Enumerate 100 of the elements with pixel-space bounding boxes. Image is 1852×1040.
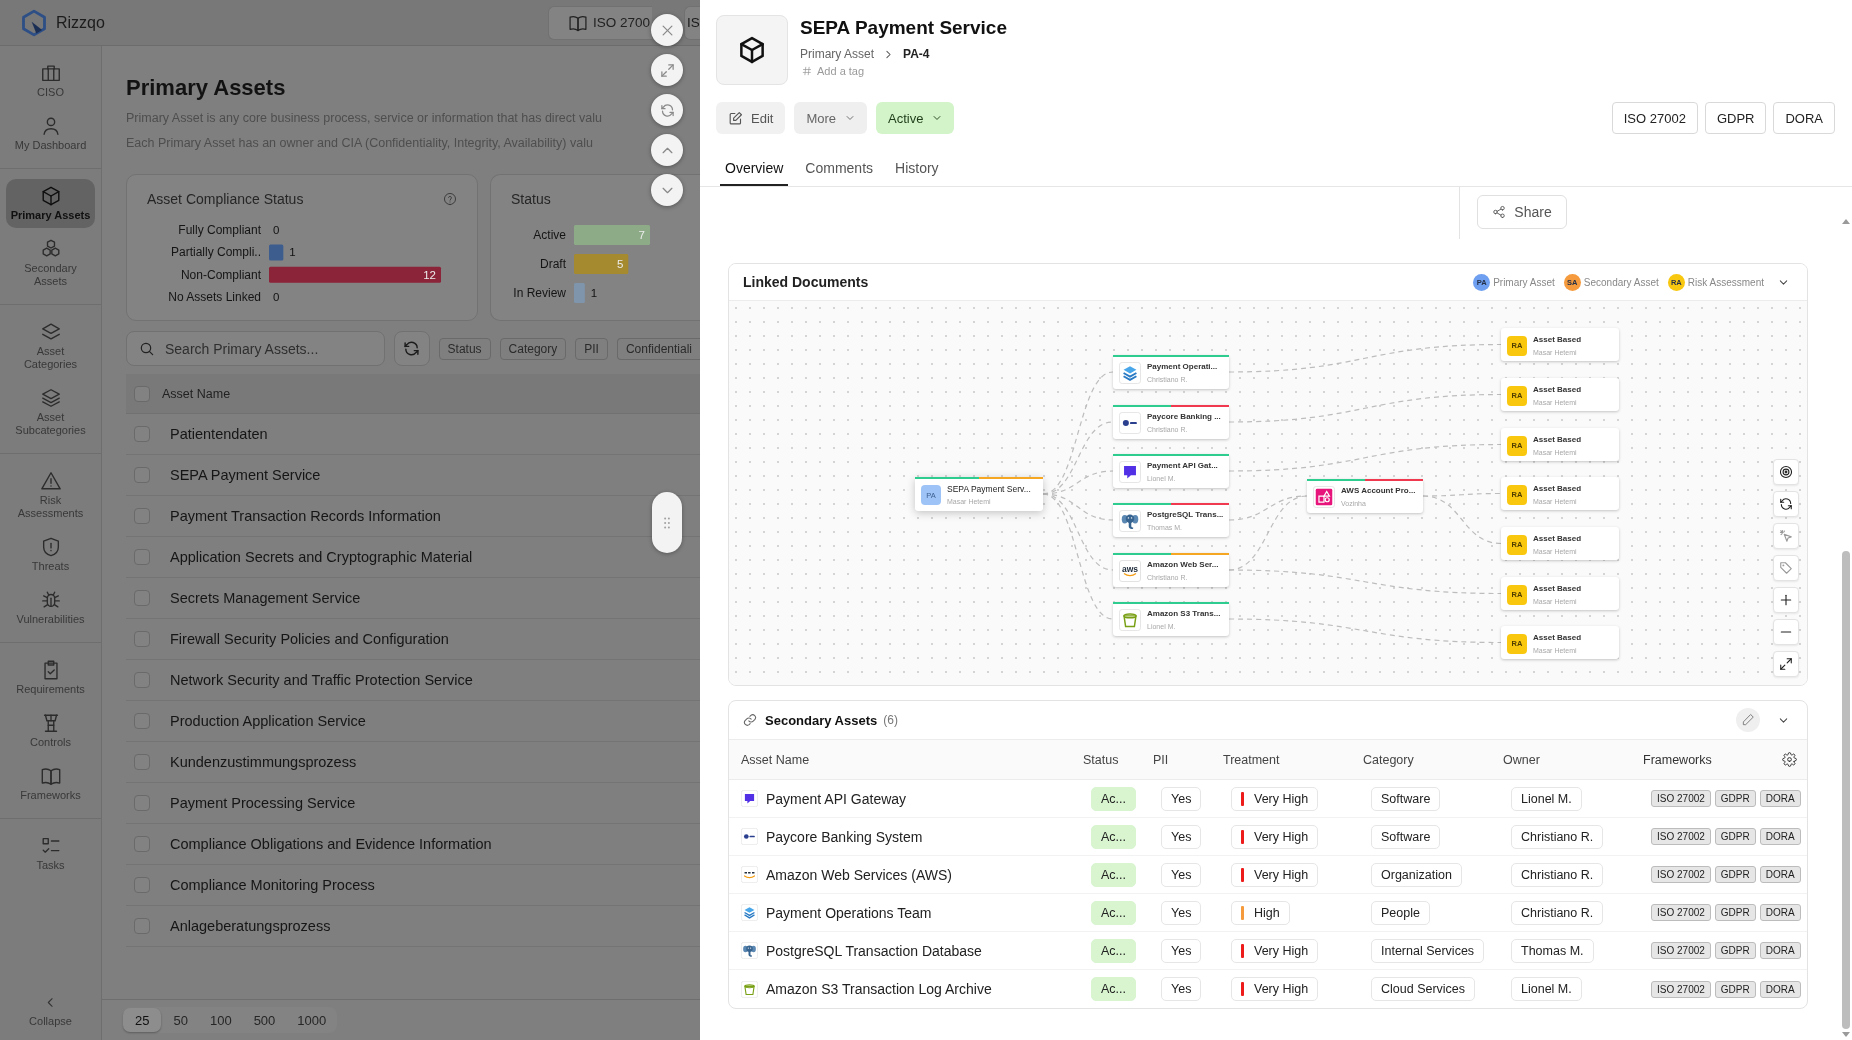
node-title: Asset Based xyxy=(1533,632,1582,643)
bar xyxy=(574,283,585,303)
focus-button[interactable] xyxy=(1773,459,1799,485)
asset-name[interactable]: Anlageberatungsprozess xyxy=(170,918,331,934)
share-button[interactable]: Share xyxy=(1477,195,1567,229)
asset-name[interactable]: Production Application Service xyxy=(170,713,366,729)
nav-item[interactable]: Vulnerabilities xyxy=(6,583,95,632)
grip-icon xyxy=(661,516,673,529)
row-checkbox[interactable] xyxy=(134,713,150,729)
page-size-option[interactable]: 50 xyxy=(163,1008,198,1032)
filter-button[interactable]: PII xyxy=(575,337,608,360)
elephant-icon xyxy=(1119,510,1141,532)
fit-view-button[interactable] xyxy=(1773,651,1799,677)
filter-button[interactable]: Category xyxy=(499,337,567,360)
nav-item[interactable]: Tasks xyxy=(6,829,95,878)
row-checkbox[interactable] xyxy=(134,836,150,852)
scrollbar-thumb[interactable] xyxy=(1842,551,1850,1029)
pii-chip: Yes xyxy=(1161,862,1202,887)
row-checkbox[interactable] xyxy=(134,467,150,483)
zoom-out-button[interactable] xyxy=(1773,619,1799,645)
asset-name[interactable]: Compliance Monitoring Process xyxy=(170,877,375,893)
filter-button[interactable]: Status xyxy=(438,337,491,360)
framework-button[interactable]: GDPR xyxy=(1704,102,1767,134)
page-size-option[interactable]: 100 xyxy=(199,1008,242,1032)
asset-name[interactable]: Payment Processing Service xyxy=(170,795,356,811)
nav-item[interactable]: Controls xyxy=(6,706,95,755)
row-checkbox[interactable] xyxy=(134,508,150,524)
collapse-button[interactable]: Collapse xyxy=(19,994,82,1030)
row-checkbox[interactable] xyxy=(134,918,150,934)
circle-logo-icon xyxy=(1119,412,1141,434)
search-field[interactable]: Search Primary Assets... xyxy=(126,331,385,366)
nav-item[interactable]: Primary Assets xyxy=(6,179,95,228)
page-size-option[interactable]: 500 xyxy=(243,1008,286,1032)
refresh-button[interactable] xyxy=(394,331,430,366)
row-checkbox[interactable] xyxy=(134,426,150,442)
page-size-option[interactable]: 1000 xyxy=(287,1008,337,1032)
asset-name[interactable]: Secrets Management Service xyxy=(170,590,361,606)
select-button[interactable] xyxy=(1773,523,1799,549)
nav-item[interactable]: Secondary Assets xyxy=(6,232,95,294)
asset-name[interactable]: Amazon S3 Transaction Log Archive xyxy=(766,981,992,997)
nav-item[interactable]: Asset Subcategories xyxy=(6,381,95,443)
row-checkbox[interactable] xyxy=(134,672,150,688)
nav-item[interactable]: Threats xyxy=(6,530,95,579)
asset-name[interactable]: PostgreSQL Transaction Database xyxy=(766,942,982,959)
framework-button[interactable]: DORA xyxy=(1773,102,1835,134)
node-title: AWS Account Pro... xyxy=(1341,486,1416,496)
edit-button[interactable] xyxy=(1736,708,1760,732)
warning-icon xyxy=(39,470,62,492)
row-checkbox[interactable] xyxy=(134,877,150,893)
asset-name[interactable]: Payment Transaction Records Information xyxy=(170,508,441,524)
owner-chip: Lionel M. xyxy=(1511,786,1582,811)
asset-name[interactable]: Payment Operations Team xyxy=(766,904,932,921)
asset-name[interactable]: Network Security and Traffic Protection Service xyxy=(170,672,473,688)
more-button[interactable]: More xyxy=(794,102,868,134)
item-count: (6) xyxy=(883,713,898,727)
asset-name[interactable]: Compliance Obligations and Evidence Information xyxy=(170,836,492,852)
value-label: 1 xyxy=(289,246,296,259)
tab[interactable]: Overview xyxy=(720,152,789,186)
nav-item[interactable]: Asset Categories xyxy=(6,315,95,377)
framework-tab[interactable]: IS xyxy=(684,5,700,40)
status-dropdown[interactable]: Active xyxy=(876,102,955,134)
framework-chip: GDPR xyxy=(1714,828,1756,845)
page-size-option[interactable]: 25 xyxy=(123,1008,162,1032)
status-chip: Ac... xyxy=(1091,862,1136,887)
asset-name[interactable]: SEPA Payment Service xyxy=(170,467,321,483)
edit-button[interactable]: Edit xyxy=(716,102,786,134)
asset-name[interactable]: Application Secrets and Cryptographic Material xyxy=(170,549,473,565)
nav-item[interactable]: CISO xyxy=(6,56,95,105)
row-checkbox[interactable] xyxy=(134,795,150,811)
nav-item[interactable]: Risk Assessments xyxy=(6,464,95,526)
zoom-in-button[interactable] xyxy=(1773,587,1799,613)
tag-button[interactable] xyxy=(1773,555,1799,581)
asset-name[interactable]: Amazon Web Services (AWS) xyxy=(766,866,952,883)
cursor-icon xyxy=(1779,529,1793,543)
owner-chip: Lionel M. xyxy=(1511,977,1582,1001)
asset-name[interactable]: Payment API Gateway xyxy=(766,790,907,807)
framework-chip: DORA xyxy=(1759,980,1801,998)
nav-item[interactable]: Frameworks xyxy=(6,759,95,808)
asset-name[interactable]: Firewall Security Policies and Configuration xyxy=(170,631,449,647)
nav-item[interactable]: Requirements xyxy=(6,653,95,702)
asset-name[interactable]: Kundenzustimmungsprozess xyxy=(170,754,357,770)
treatment-label: Very High xyxy=(1254,943,1309,958)
row-checkbox[interactable] xyxy=(134,631,150,647)
tab[interactable]: History xyxy=(890,152,944,186)
select-all-checkbox[interactable] xyxy=(134,385,150,402)
framework-tab[interactable]: ISO 2700 xyxy=(548,5,652,40)
framework-chip: DORA xyxy=(1759,790,1801,807)
add-tag-button[interactable]: Add a tag xyxy=(800,64,865,78)
row-checkbox[interactable] xyxy=(134,549,150,565)
asset-name[interactable]: Patientendaten xyxy=(170,426,268,442)
asset-name[interactable]: Paycore Banking System xyxy=(766,828,923,845)
nav-item[interactable]: My Dashboard xyxy=(6,109,95,158)
legend-label: Primary Asset xyxy=(1493,276,1555,288)
row-checkbox[interactable] xyxy=(134,754,150,770)
breadcrumb-link[interactable]: Primary Asset xyxy=(800,47,874,61)
row-checkbox[interactable] xyxy=(134,590,150,606)
tab[interactable]: Comments xyxy=(800,152,879,186)
framework-button[interactable]: ISO 27002 xyxy=(1611,102,1698,134)
search-icon xyxy=(139,341,155,357)
drag-handle[interactable] xyxy=(652,492,682,553)
